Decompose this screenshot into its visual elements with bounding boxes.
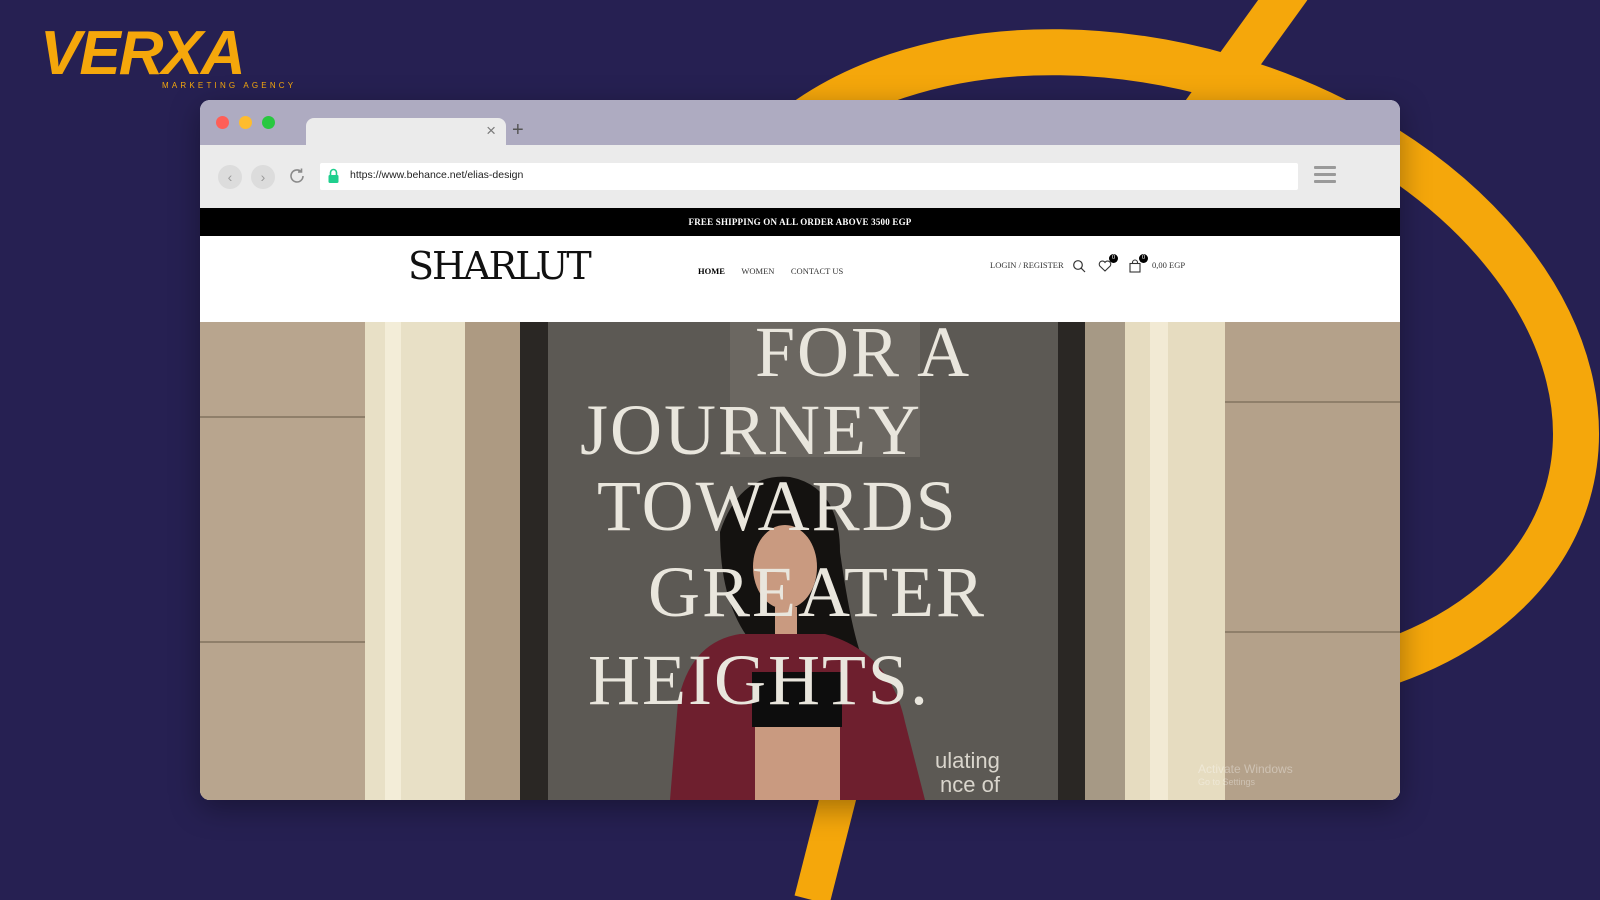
agency-brand: VERXA MARKETING AGENCY bbox=[40, 14, 310, 90]
activation-watermark-subtitle: Go to Settings bbox=[1198, 777, 1256, 787]
wishlist-button[interactable]: 0 bbox=[1098, 254, 1118, 273]
browser-tab[interactable]: × bbox=[306, 118, 506, 145]
cart-button[interactable]: 0 bbox=[1128, 254, 1148, 273]
site-nav: HOME WOMEN CONTACT US bbox=[698, 261, 855, 279]
new-tab-icon[interactable]: + bbox=[512, 118, 524, 142]
close-tab-icon[interactable]: × bbox=[486, 121, 496, 141]
nav-contact-us[interactable]: CONTACT US bbox=[791, 266, 843, 276]
browser-titlebar: × + bbox=[200, 100, 1400, 145]
lock-icon bbox=[328, 168, 339, 183]
back-button[interactable]: ‹ bbox=[218, 165, 242, 189]
promo-banner: FREE SHIPPING ON ALL ORDER ABOVE 3500 EG… bbox=[200, 208, 1400, 236]
address-bar[interactable]: https://www.behance.net/elias-design bbox=[320, 163, 1298, 190]
site-logo[interactable]: SHARLUT bbox=[408, 244, 592, 288]
reload-icon[interactable] bbox=[285, 164, 309, 188]
nav-women[interactable]: WOMEN bbox=[741, 266, 774, 276]
browser-window: × + ‹ › https://www.behance.net/elias-de… bbox=[200, 100, 1400, 800]
hero-line-3: TOWARDS bbox=[597, 466, 958, 546]
cart-total[interactable]: 0,00 EGP bbox=[1152, 260, 1185, 270]
wishlist-count-badge: 0 bbox=[1109, 254, 1118, 263]
svg-text:VERXA: VERXA bbox=[40, 19, 244, 84]
agency-tagline: MARKETING AGENCY bbox=[162, 81, 297, 90]
hero-banner[interactable]: FOR A JOURNEY TOWARDS GREATER HEIGHTS. u… bbox=[200, 322, 1400, 800]
hero-line-5: HEIGHTS. bbox=[588, 640, 930, 720]
hero-line-1: FOR A bbox=[755, 322, 972, 392]
hamburger-menu-icon[interactable] bbox=[1314, 166, 1336, 187]
close-window-button[interactable] bbox=[216, 116, 229, 129]
url-text[interactable]: https://www.behance.net/elias-design bbox=[350, 169, 523, 181]
browser-toolbar: ‹ › https://www.behance.net/elias-design bbox=[200, 145, 1400, 208]
nav-home[interactable]: HOME bbox=[698, 266, 725, 276]
hero-subtext-1: ulating bbox=[935, 748, 1000, 773]
hero-subtext-2: nce of bbox=[940, 772, 1000, 797]
web-page: FREE SHIPPING ON ALL ORDER ABOVE 3500 EG… bbox=[200, 208, 1400, 800]
forward-button[interactable]: › bbox=[251, 165, 275, 189]
activation-watermark-title: Activate Windows bbox=[1198, 762, 1293, 776]
maximize-window-button[interactable] bbox=[262, 116, 275, 129]
site-header: SHARLUT HOME WOMEN CONTACT US LOGIN / RE… bbox=[200, 236, 1400, 322]
minimize-window-button[interactable] bbox=[239, 116, 252, 129]
search-icon[interactable] bbox=[1072, 259, 1086, 273]
verxa-logo: VERXA bbox=[40, 19, 246, 84]
hero-line-4: GREATER bbox=[648, 552, 986, 632]
hero-line-2: JOURNEY bbox=[580, 390, 923, 470]
login-register-link[interactable]: LOGIN / REGISTER bbox=[990, 260, 1064, 270]
cart-count-badge: 0 bbox=[1139, 254, 1148, 263]
